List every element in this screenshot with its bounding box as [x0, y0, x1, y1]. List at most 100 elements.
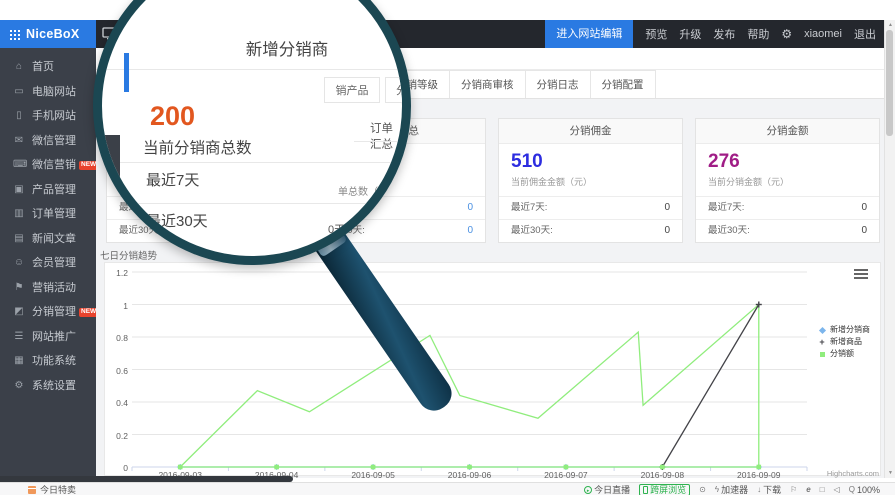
sidebar-item-distribution[interactable]: ◩分销管理NEW [0, 300, 96, 325]
tab-3[interactable]: 分销日志 [525, 70, 591, 98]
x-tick-label: 2016-09-09 [724, 470, 794, 480]
logo-text: NiceBoX [26, 27, 80, 41]
logo[interactable]: NiceBoX [0, 20, 96, 48]
taskbar-item-label: 100% [857, 485, 880, 495]
dial-icon: ⊙ [699, 486, 706, 494]
scroll-up-icon[interactable]: ▲ [885, 22, 895, 28]
trend-chart [105, 263, 880, 475]
card-value: 276 [708, 152, 867, 172]
highcharts-credit[interactable]: Highcharts.com [803, 469, 879, 478]
magnified-row-30d: 最近30天 [146, 210, 208, 231]
tab-4[interactable]: 分销配置 [590, 70, 656, 98]
x-tick-label: 2016-09-08 [627, 470, 697, 480]
taskbar-right: ▸今日直播跨屏浏览 ⊙ ϟ加速器 ↓下载 ⚐ e □ ◁ Q100% [584, 483, 880, 495]
taskbar-item-download[interactable]: ↓下载 [757, 483, 781, 495]
nav-link-0[interactable]: 预览 [645, 26, 667, 42]
sidebar-item-wechat[interactable]: ✉ 微信管理 [0, 129, 96, 154]
y-tick-label: 1 [106, 301, 128, 311]
nav-link-2[interactable]: 发布 [713, 26, 735, 42]
y-tick-label: 0.4 [106, 398, 128, 408]
nav-link-1[interactable]: 升级 [679, 26, 701, 42]
scroll-down-icon[interactable]: ▼ [885, 470, 895, 476]
x-tick-label: 2016-09-07 [531, 470, 601, 480]
member-icon: ☺ [13, 251, 25, 276]
legend-item[interactable]: 新增分销商 [817, 323, 870, 335]
y-tick-label: 1.2 [106, 268, 128, 278]
wechat-marketing-icon: ⌨ [13, 153, 25, 178]
card-stat-label: 最近7天: [708, 202, 744, 213]
magnified-order-card-title: 订单汇总 [370, 120, 402, 152]
sidebar-item-mobile[interactable]: ▯ 手机网站 [0, 104, 96, 129]
magnified-order-card-sub: 单总数（笔） [338, 183, 398, 198]
legend-label: 分销额 [830, 348, 854, 359]
magnified-tab-fragment: 分销 [385, 77, 411, 103]
taskbar-item-speaker[interactable]: ◁ [834, 486, 840, 494]
card-stat-value: 0 [861, 220, 867, 242]
sidebar-item-member[interactable]: ☺会员管理 [0, 251, 96, 276]
taskbar-item-flag[interactable]: ⚐ [790, 486, 797, 494]
app-window: NiceBoX 进入网站编辑 预览升级发布帮助 ⚙ xiaomei 退出 ▲ ▼… [0, 0, 895, 495]
chart-menu-icon[interactable] [854, 269, 868, 281]
legend-item[interactable]: +新增商品 [817, 335, 870, 347]
taskbar-item-dial[interactable]: ⊙ [699, 486, 706, 494]
logout-link[interactable]: 退出 [854, 26, 876, 42]
sidebar-item-news[interactable]: ▤新闻文章 [0, 227, 96, 252]
sidebar-item-system[interactable]: ▦功能系统 [0, 349, 96, 374]
bottom-taskbar: 今日特卖 ▸今日直播跨屏浏览 ⊙ ϟ加速器 ↓下载 ⚐ e □ ◁ Q100% [0, 482, 895, 495]
sidebar-item-label: 手机网站 [32, 104, 76, 129]
sidebar-item-label: 营销活动 [32, 276, 76, 301]
legend-marker-icon [817, 348, 827, 358]
taskbar-item-window[interactable]: □ [820, 486, 825, 494]
daily-deal-label: 今日特卖 [40, 483, 76, 495]
order-icon: ▥ [13, 202, 25, 227]
wechat-icon: ✉ [13, 129, 25, 154]
magnified-order-card-row: 0天: [328, 221, 348, 237]
magnifier-lens: 新增分销商 200 当前分销商总数 最近7天 最近30天 销产品 分销 订单汇总… [93, 0, 411, 265]
sidebar-item-label: 订单管理 [32, 202, 76, 227]
window-icon: □ [820, 486, 825, 494]
distribution-icon: ◩ [13, 300, 25, 325]
card-stat-row: 0最近30天: [696, 219, 879, 242]
taskbar-item-zoom[interactable]: Q100% [849, 485, 880, 495]
x-tick-label: 2016-09-05 [338, 470, 408, 480]
enter-site-edit-button[interactable]: 进入网站编辑 [545, 20, 633, 48]
magnified-logo-edge [124, 53, 129, 92]
sidebar-item-wechat-marketing[interactable]: ⌨微信营销NEW [0, 153, 96, 178]
taskbar-item-label: 今日直播 [594, 483, 630, 495]
chart-card: 00.20.40.60.811.2 2016-09-032016-09-0420… [104, 262, 881, 476]
card-value: 510 [511, 152, 670, 172]
nav-link-3[interactable]: 帮助 [747, 26, 769, 42]
sidebar-item-label: 微信管理 [32, 129, 76, 154]
gear-icon[interactable]: ⚙ [781, 27, 792, 41]
card-stat-value: 0 [664, 220, 670, 242]
legend-item[interactable]: 分销额 [817, 347, 870, 359]
sidebar-item-settings[interactable]: ⚙系统设置 [0, 374, 96, 399]
taskbar-item-play[interactable]: ▸今日直播 [584, 483, 630, 495]
sidebar-item-promotion[interactable]: ☰网站推广 [0, 325, 96, 350]
magnified-card-value: 200 [150, 103, 195, 130]
sidebar-item-label: 产品管理 [32, 178, 76, 203]
taskbar-item-browser[interactable]: e [806, 486, 810, 494]
sidebar-item-home[interactable]: ⌂首页 [0, 55, 96, 80]
card-subtitle: 当前佣金金额（元） [511, 175, 670, 188]
card-stat-row: 0最近7天: [499, 196, 682, 219]
sidebar-item-order[interactable]: ▥ 订单管理 [0, 202, 96, 227]
sidebar-item-campaign[interactable]: ⚑营销活动 [0, 276, 96, 301]
daily-deal-item[interactable]: 今日特卖 [28, 483, 76, 495]
mobile-icon: ▯ [13, 104, 25, 129]
sidebar: ⌂首页▭电脑网站▯ 手机网站 ✉ 微信管理⌨微信营销NEW▣产品管理▥ 订单管理▤新闻文… [0, 48, 96, 478]
sidebar-item-label: 系统设置 [32, 374, 76, 399]
taskbar-item-phone[interactable]: 跨屏浏览 [639, 484, 690, 495]
taskbar-item-lightning[interactable]: ϟ加速器 [715, 483, 748, 495]
card-stat-row: 0最近30天: [499, 219, 682, 242]
card-subtitle: 当前分销金额（元） [708, 175, 867, 188]
username[interactable]: xiaomei [804, 28, 842, 40]
sidebar-item-product[interactable]: ▣产品管理 [0, 178, 96, 203]
promotion-icon: ☰ [13, 325, 25, 350]
sidebar-item-desktop[interactable]: ▭电脑网站 [0, 80, 96, 105]
legend-label: 新增商品 [830, 336, 862, 347]
tab-2[interactable]: 分销商审核 [449, 70, 526, 98]
vertical-scrollbar-thumb[interactable] [886, 30, 893, 136]
series-green-trend [180, 305, 759, 468]
legend-marker-icon: + [817, 336, 827, 347]
